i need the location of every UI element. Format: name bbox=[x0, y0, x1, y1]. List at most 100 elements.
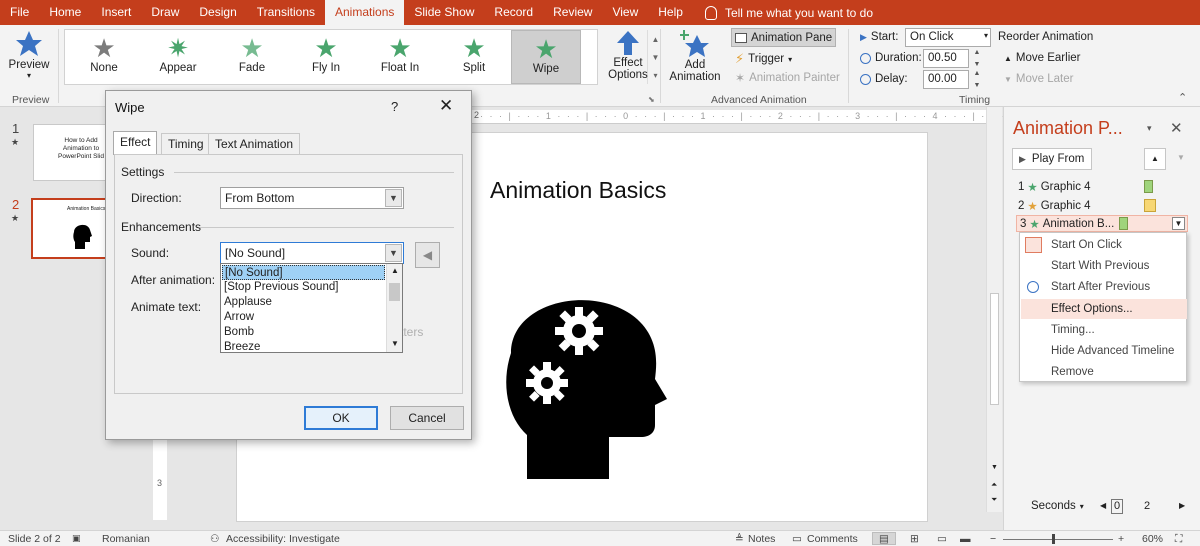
animation-item-2[interactable]: 2 ★ Graphic 4 bbox=[1018, 197, 1156, 214]
move-earlier-button[interactable]: ▲ Move Earlier bbox=[1004, 52, 1080, 64]
tab-record[interactable]: Record bbox=[484, 0, 543, 25]
accessibility-status[interactable]: Accessibility: Investigate bbox=[226, 533, 340, 545]
zoom-slider[interactable] bbox=[1003, 539, 1113, 540]
delay-stepper[interactable]: ▲ ▼ bbox=[971, 70, 983, 89]
tab-insert[interactable]: Insert bbox=[91, 0, 141, 25]
close-icon[interactable]: ✕ bbox=[439, 96, 453, 116]
sound-option[interactable]: Applause bbox=[222, 295, 385, 310]
slideshow-icon[interactable]: ▬ bbox=[960, 533, 971, 545]
preview-button[interactable]: Preview ▾ bbox=[8, 29, 50, 80]
gallery-item-fade[interactable]: ★ Fade bbox=[217, 30, 287, 84]
animation-item-3[interactable]: 3 ★ Animation B... ▼ bbox=[1016, 215, 1188, 232]
duration-stepper[interactable]: ▲ ▼ bbox=[971, 49, 983, 68]
effect-options-button[interactable]: Effect Options bbox=[601, 29, 655, 81]
menu-start-on-click[interactable]: Start On Click bbox=[1021, 235, 1187, 255]
ok-button[interactable]: OK bbox=[304, 406, 378, 430]
move-up-button[interactable]: ▲ bbox=[1144, 148, 1166, 170]
language-indicator[interactable]: Romanian bbox=[102, 533, 150, 545]
trigger-button[interactable]: ⚡ Trigger ▾ bbox=[735, 51, 792, 67]
sound-option[interactable]: [No Sound] bbox=[222, 265, 385, 280]
tab-home[interactable]: Home bbox=[39, 0, 91, 25]
tab-design[interactable]: Design bbox=[189, 0, 246, 25]
animation-pane-button[interactable]: Animation Pane bbox=[731, 28, 837, 47]
play-from-button[interactable]: ▶ Play From bbox=[1012, 148, 1092, 170]
scroll-thumb[interactable] bbox=[389, 283, 400, 301]
fit-to-window-icon[interactable]: ⛶ bbox=[1175, 533, 1182, 546]
zoom-in-timeline-icon[interactable]: ▶ bbox=[1179, 501, 1185, 510]
zoom-out-icon[interactable]: − bbox=[990, 533, 996, 545]
sound-select[interactable]: [No Sound] ▼ bbox=[220, 242, 404, 264]
scroll-up-icon[interactable]: ▲ bbox=[391, 266, 399, 275]
cancel-button[interactable]: Cancel bbox=[390, 406, 464, 430]
sound-option[interactable]: Arrow bbox=[222, 310, 385, 325]
dialog-launcher-icon[interactable]: ⬊ bbox=[648, 95, 655, 104]
menu-timing[interactable]: Timing... bbox=[1021, 320, 1187, 340]
move-later-button[interactable]: ▼ Move Later bbox=[1004, 73, 1073, 85]
vertical-ruler: 3 bbox=[153, 430, 167, 520]
head-gears-icon[interactable] bbox=[499, 283, 667, 479]
tab-effect[interactable]: Effect bbox=[113, 131, 158, 155]
move-down-button[interactable]: ▼ bbox=[1170, 148, 1192, 170]
vertical-scrollbar[interactable]: ▼ ⏶ ⏷ bbox=[986, 107, 1002, 512]
delay-input[interactable]: 00.00 bbox=[923, 70, 969, 89]
tell-me-search[interactable]: Tell me what you want to do bbox=[704, 5, 873, 20]
sound-option[interactable]: Breeze bbox=[222, 340, 385, 355]
add-animation-button[interactable]: Add Animation bbox=[667, 29, 723, 83]
gallery-item-float-in[interactable]: ★ Float In bbox=[365, 30, 435, 84]
speaker-icon[interactable]: ◀ bbox=[415, 242, 440, 268]
comments-button[interactable]: Comments bbox=[807, 533, 858, 545]
close-icon[interactable]: ✕ bbox=[1170, 119, 1183, 137]
tab-animations[interactable]: Animations bbox=[325, 0, 405, 25]
gallery-item-none[interactable]: ★ None bbox=[69, 30, 139, 84]
zoom-level[interactable]: 60% bbox=[1142, 533, 1163, 545]
seconds-button[interactable]: Seconds ▾ bbox=[1031, 500, 1084, 512]
slide-sorter-icon[interactable]: ⊞ bbox=[910, 533, 919, 545]
slide-thumbnail-2[interactable]: Animation Basics bbox=[31, 198, 111, 259]
collapse-ribbon-icon[interactable]: ⌃ bbox=[1178, 91, 1187, 104]
tab-transitions[interactable]: Transitions bbox=[247, 0, 325, 25]
animation-item-1[interactable]: 1 ★ Graphic 4 bbox=[1018, 178, 1153, 195]
prev-slide-icon[interactable]: ⏶ bbox=[991, 480, 997, 490]
zoom-slider-thumb[interactable] bbox=[1052, 534, 1055, 544]
scroll-down-icon[interactable]: ▼ bbox=[391, 339, 399, 348]
tab-slide-show[interactable]: Slide Show bbox=[404, 0, 484, 25]
direction-select[interactable]: From Bottom ▼ bbox=[220, 187, 404, 209]
tab-view[interactable]: View bbox=[602, 0, 648, 25]
menu-remove[interactable]: Remove bbox=[1021, 362, 1187, 382]
notes-button[interactable]: Notes bbox=[748, 533, 775, 545]
start-select[interactable]: On Click ▾ bbox=[905, 28, 991, 47]
spellcheck-icon[interactable]: ▣ bbox=[72, 533, 81, 544]
animation-painter-button[interactable]: ✶ Animation Painter bbox=[735, 71, 840, 85]
zoom-in-icon[interactable]: + bbox=[1118, 533, 1124, 545]
reading-view-icon[interactable]: ▭ bbox=[937, 533, 947, 545]
sound-option[interactable]: [Stop Previous Sound] bbox=[222, 280, 385, 295]
tab-draw[interactable]: Draw bbox=[141, 0, 189, 25]
scroll-thumb[interactable] bbox=[990, 293, 999, 405]
pane-options-icon[interactable]: ▾ bbox=[1147, 123, 1152, 134]
sound-option[interactable]: Bomb bbox=[222, 325, 385, 340]
menu-start-with-previous[interactable]: Start With Previous bbox=[1021, 256, 1187, 276]
gallery-item-fly-in[interactable]: ★ Fly In bbox=[291, 30, 361, 84]
entrance-star-icon: ★ bbox=[1027, 181, 1038, 194]
gallery-item-wipe[interactable]: ★ Wipe bbox=[511, 30, 581, 84]
slide-title[interactable]: Animation Basics bbox=[490, 177, 666, 204]
duration-input[interactable]: 00.50 bbox=[923, 49, 969, 68]
gallery-item-split[interactable]: ★ Split bbox=[439, 30, 509, 84]
menu-start-after-previous[interactable]: Start After Previous bbox=[1021, 277, 1187, 297]
tab-timing[interactable]: Timing bbox=[161, 133, 211, 154]
menu-hide-advanced-timeline[interactable]: Hide Advanced Timeline bbox=[1021, 341, 1187, 361]
slide-thumbnail-1[interactable]: How to Add Animation to PowerPoint Slid bbox=[33, 124, 111, 181]
list-scrollbar[interactable]: ▲ ▼ bbox=[386, 264, 402, 352]
next-slide-icon[interactable]: ⏷ bbox=[991, 495, 997, 505]
normal-view-icon[interactable]: ▤ bbox=[872, 532, 896, 545]
scroll-down-icon[interactable]: ▼ bbox=[991, 464, 998, 471]
help-button[interactable]: ? bbox=[391, 99, 398, 114]
menu-effect-options[interactable]: Effect Options... bbox=[1021, 299, 1187, 319]
tab-text-animation[interactable]: Text Animation bbox=[208, 133, 301, 154]
tab-help[interactable]: Help bbox=[648, 0, 693, 25]
tab-review[interactable]: Review bbox=[543, 0, 602, 25]
zoom-out-timeline-icon[interactable]: ◀ bbox=[1100, 501, 1106, 510]
item-dropdown-button[interactable]: ▼ bbox=[1172, 217, 1185, 230]
gallery-item-appear[interactable]: ✷ Appear bbox=[143, 30, 213, 84]
tab-file[interactable]: File bbox=[0, 0, 39, 25]
